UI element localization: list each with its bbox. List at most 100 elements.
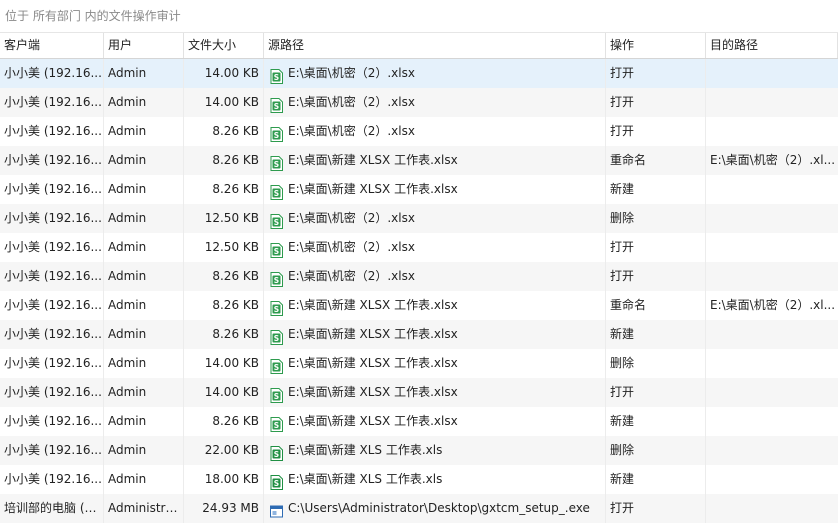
cell-source-path: S E:\桌面\机密（2）.xlsx — [264, 117, 606, 146]
cell-user: Admin — [104, 320, 184, 349]
cell-dest-path — [706, 88, 838, 117]
source-path-text: E:\桌面\新建 XLSX 工作表.xlsx — [288, 385, 458, 399]
audit-table: 客户端 用户 文件大小 源路径 操作 目的路径 小小美 (192.16... Ad… — [0, 33, 838, 523]
xlsx-file-icon: S — [270, 356, 283, 374]
table-row[interactable]: 小小美 (192.16... Admin 22.00 KB S E:\桌面\新建 XLS… — [0, 436, 838, 465]
table-row[interactable]: 小小美 (192.16... Admin 8.26 KB S E:\桌面\新建 XLSX… — [0, 407, 838, 436]
column-header-dest-path[interactable]: 目的路径 — [706, 33, 838, 58]
cell-source-path: S E:\桌面\机密（2）.xlsx — [264, 59, 606, 88]
cell-client: 小小美 (192.16... — [0, 262, 104, 291]
cell-size: 8.26 KB — [184, 262, 264, 291]
cell-client: 小小美 (192.16... — [0, 59, 104, 88]
table-row[interactable]: 小小美 (192.16... Admin 14.00 KB S E:\桌面\新建 XLS… — [0, 378, 838, 407]
cell-client: 小小美 (192.16... — [0, 291, 104, 320]
cell-source-path: S E:\桌面\新建 XLSX 工作表.xlsx — [264, 407, 606, 436]
cell-user: Admin — [104, 233, 184, 262]
cell-size: 22.00 KB — [184, 436, 264, 465]
cell-operation: 打开 — [606, 233, 706, 262]
source-path-text: E:\桌面\机密（2）.xlsx — [288, 211, 415, 225]
cell-source-path: C:\Users\Administrator\Desktop\gxtcm_set… — [264, 494, 606, 523]
cell-client: 小小美 (192.16... — [0, 88, 104, 117]
svg-text:S: S — [274, 305, 279, 314]
source-path-text: E:\桌面\新建 XLSX 工作表.xlsx — [288, 153, 458, 167]
cell-user: Admin — [104, 175, 184, 204]
xls-file-icon: S — [270, 443, 283, 461]
table-row[interactable]: 小小美 (192.16... Admin 14.00 KB S E:\桌面\机密（2）.… — [0, 59, 838, 88]
cell-dest-path — [706, 262, 838, 291]
xlsx-file-icon: S — [270, 124, 283, 142]
table-row[interactable]: 小小美 (192.16... Admin 12.50 KB S E:\桌面\机密（2）.… — [0, 233, 838, 262]
exe-file-icon — [270, 501, 283, 518]
cell-size: 12.50 KB — [184, 233, 264, 262]
cell-size: 24.93 MB — [184, 494, 264, 523]
cell-size: 8.26 KB — [184, 117, 264, 146]
xlsx-file-icon: S — [270, 66, 283, 84]
xlsx-file-icon: S — [270, 182, 283, 200]
cell-operation: 新建 — [606, 320, 706, 349]
table-row[interactable]: 小小美 (192.16... Admin 8.26 KB S E:\桌面\新建 XLSX… — [0, 175, 838, 204]
table-header: 客户端 用户 文件大小 源路径 操作 目的路径 — [0, 33, 838, 59]
cell-size: 12.50 KB — [184, 204, 264, 233]
xlsx-file-icon: S — [270, 269, 283, 287]
table-row[interactable]: 小小美 (192.16... Admin 18.00 KB S E:\桌面\新建 XLS… — [0, 465, 838, 494]
column-header-size[interactable]: 文件大小 — [184, 33, 264, 58]
svg-text:S: S — [274, 73, 279, 82]
cell-client: 小小美 (192.16... — [0, 407, 104, 436]
table-body: 小小美 (192.16... Admin 14.00 KB S E:\桌面\机密（2）.… — [0, 59, 838, 523]
cell-dest-path: E:\桌面\机密（2）.xl... — [710, 153, 836, 167]
cell-operation: 删除 — [606, 436, 706, 465]
table-row[interactable]: 小小美 (192.16... Admin 8.26 KB S E:\桌面\新建 XLSX… — [0, 320, 838, 349]
cell-user: Admin — [104, 262, 184, 291]
table-row[interactable]: 小小美 (192.16... Admin 8.26 KB S E:\桌面\机密（2）.x… — [0, 262, 838, 291]
table-row[interactable]: 小小美 (192.16... Admin 14.00 KB S E:\桌面\机密（2）.… — [0, 88, 838, 117]
table-row[interactable]: 培训部的电脑 (1... Administra... 24.93 MB C:\User… — [0, 494, 838, 523]
cell-size: 8.26 KB — [184, 320, 264, 349]
cell-user: Admin — [104, 407, 184, 436]
source-path-text: E:\桌面\机密（2）.xlsx — [288, 124, 415, 138]
cell-source-path: S E:\桌面\机密（2）.xlsx — [264, 233, 606, 262]
source-path-text: E:\桌面\机密（2）.xlsx — [288, 66, 415, 80]
cell-source-path: S E:\桌面\机密（2）.xlsx — [264, 262, 606, 291]
svg-text:S: S — [274, 276, 279, 285]
cell-dest-path — [706, 204, 838, 233]
cell-client: 小小美 (192.16... — [0, 146, 104, 175]
svg-text:S: S — [274, 363, 279, 372]
column-header-client[interactable]: 客户端 — [0, 33, 104, 58]
cell-dest-path — [706, 465, 838, 494]
cell-user: Admin — [104, 59, 184, 88]
source-path-text: E:\桌面\新建 XLSX 工作表.xlsx — [288, 414, 458, 428]
cell-source-path: S E:\桌面\新建 XLSX 工作表.xlsx — [264, 175, 606, 204]
cell-dest-path — [706, 59, 838, 88]
cell-user: Admin — [104, 349, 184, 378]
cell-client: 小小美 (192.16... — [0, 465, 104, 494]
column-header-operation[interactable]: 操作 — [606, 33, 706, 58]
cell-user: Admin — [104, 291, 184, 320]
svg-text:S: S — [274, 479, 279, 488]
table-row[interactable]: 小小美 (192.16... Admin 12.50 KB S E:\桌面\机密（2）.… — [0, 204, 838, 233]
column-header-user[interactable]: 用户 — [104, 33, 184, 58]
svg-text:S: S — [274, 218, 279, 227]
table-row[interactable]: 小小美 (192.16... Admin 8.26 KB S E:\桌面\新建 XLSX… — [0, 146, 838, 175]
table-row[interactable]: 小小美 (192.16... Admin 8.26 KB S E:\桌面\机密（2）.x… — [0, 117, 838, 146]
cell-client: 小小美 (192.16... — [0, 117, 104, 146]
cell-operation: 打开 — [606, 378, 706, 407]
table-row[interactable]: 小小美 (192.16... Admin 8.26 KB S E:\桌面\新建 XLSX… — [0, 291, 838, 320]
source-path-text: E:\桌面\新建 XLS 工作表.xls — [288, 472, 443, 486]
cell-user: Administra... — [104, 494, 184, 523]
cell-client: 小小美 (192.16... — [0, 436, 104, 465]
table-row[interactable]: 小小美 (192.16... Admin 14.00 KB S E:\桌面\新建 XLS… — [0, 349, 838, 378]
svg-text:S: S — [274, 102, 279, 111]
cell-operation: 打开 — [606, 494, 706, 523]
cell-operation: 打开 — [606, 59, 706, 88]
cell-source-path: S E:\桌面\机密（2）.xlsx — [264, 88, 606, 117]
column-header-source-path[interactable]: 源路径 — [264, 33, 606, 58]
cell-user: Admin — [104, 378, 184, 407]
cell-size: 18.00 KB — [184, 465, 264, 494]
cell-operation: 重命名 — [606, 146, 706, 175]
cell-source-path: S E:\桌面\新建 XLSX 工作表.xlsx — [264, 146, 606, 175]
xlsx-file-icon: S — [270, 153, 283, 171]
svg-text:S: S — [274, 392, 279, 401]
source-path-text: E:\桌面\新建 XLSX 工作表.xlsx — [288, 298, 458, 312]
source-path-text: E:\桌面\新建 XLSX 工作表.xlsx — [288, 182, 458, 196]
cell-source-path: S E:\桌面\新建 XLSX 工作表.xlsx — [264, 320, 606, 349]
